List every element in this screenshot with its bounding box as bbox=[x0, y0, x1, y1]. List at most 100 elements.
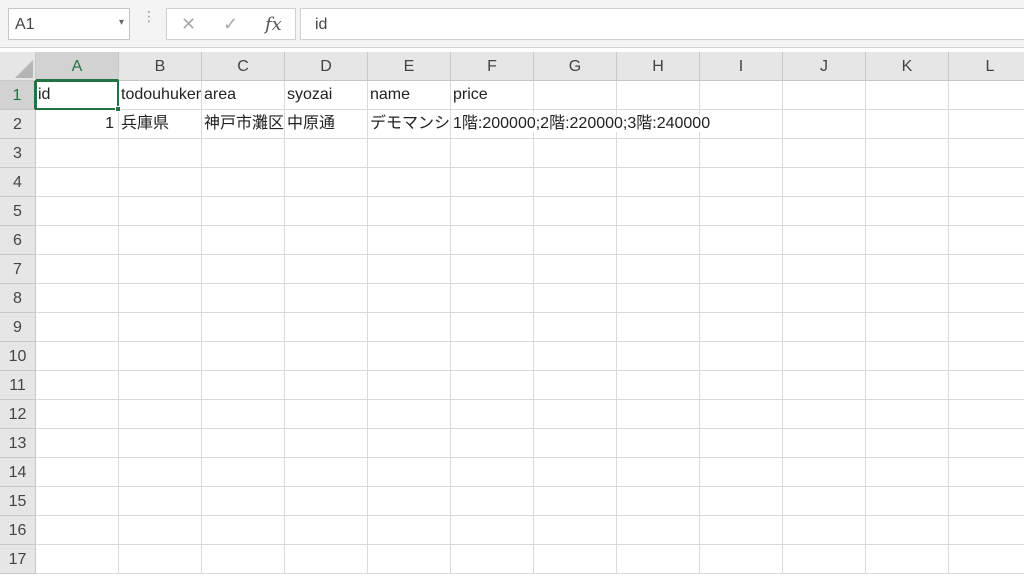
cell-F1[interactable]: price bbox=[451, 81, 534, 110]
cell-A11[interactable] bbox=[36, 371, 119, 400]
row-header-4[interactable]: 4 bbox=[0, 168, 36, 197]
column-header-C[interactable]: C bbox=[202, 52, 285, 81]
cell-D14[interactable] bbox=[285, 458, 368, 487]
row-header-16[interactable]: 16 bbox=[0, 516, 36, 545]
cell-E11[interactable] bbox=[368, 371, 451, 400]
cell-A16[interactable] bbox=[36, 516, 119, 545]
cell-F3[interactable] bbox=[451, 139, 534, 168]
cell-B15[interactable] bbox=[119, 487, 202, 516]
cell-B13[interactable] bbox=[119, 429, 202, 458]
cell-B10[interactable] bbox=[119, 342, 202, 371]
cell-K15[interactable] bbox=[866, 487, 949, 516]
row-header-7[interactable]: 7 bbox=[0, 255, 36, 284]
cell-L8[interactable] bbox=[949, 284, 1024, 313]
column-header-I[interactable]: I bbox=[700, 52, 783, 81]
cell-D3[interactable] bbox=[285, 139, 368, 168]
column-header-D[interactable]: D bbox=[285, 52, 368, 81]
cell-A8[interactable] bbox=[36, 284, 119, 313]
cell-H9[interactable] bbox=[617, 313, 700, 342]
cell-D17[interactable] bbox=[285, 545, 368, 574]
cell-L12[interactable] bbox=[949, 400, 1024, 429]
cell-J8[interactable] bbox=[783, 284, 866, 313]
cell-J4[interactable] bbox=[783, 168, 866, 197]
cell-D5[interactable] bbox=[285, 197, 368, 226]
chevron-down-icon[interactable]: ▾ bbox=[119, 17, 124, 28]
cell-B1[interactable]: todouhuken bbox=[119, 81, 202, 110]
cell-F10[interactable] bbox=[451, 342, 534, 371]
column-header-F[interactable]: F bbox=[451, 52, 534, 81]
cell-D11[interactable] bbox=[285, 371, 368, 400]
cell-J11[interactable] bbox=[783, 371, 866, 400]
cell-H14[interactable] bbox=[617, 458, 700, 487]
cell-L13[interactable] bbox=[949, 429, 1024, 458]
cell-C14[interactable] bbox=[202, 458, 285, 487]
select-all-button[interactable] bbox=[0, 52, 36, 81]
cell-G13[interactable] bbox=[534, 429, 617, 458]
row-header-17[interactable]: 17 bbox=[0, 545, 36, 574]
cell-A6[interactable] bbox=[36, 226, 119, 255]
cell-C7[interactable] bbox=[202, 255, 285, 284]
cell-E1[interactable]: name bbox=[368, 81, 451, 110]
cell-B14[interactable] bbox=[119, 458, 202, 487]
enter-icon[interactable]: ✓ bbox=[223, 14, 238, 35]
cell-J3[interactable] bbox=[783, 139, 866, 168]
cell-F13[interactable] bbox=[451, 429, 534, 458]
cancel-icon[interactable]: ✕ bbox=[181, 14, 196, 35]
cell-L10[interactable] bbox=[949, 342, 1024, 371]
cell-G7[interactable] bbox=[534, 255, 617, 284]
cell-G14[interactable] bbox=[534, 458, 617, 487]
cell-B17[interactable] bbox=[119, 545, 202, 574]
cell-K1[interactable] bbox=[866, 81, 949, 110]
cell-D1[interactable]: syozai bbox=[285, 81, 368, 110]
cell-C2[interactable]: 神戸市灘区 bbox=[202, 110, 285, 139]
cell-I14[interactable] bbox=[700, 458, 783, 487]
cell-C5[interactable] bbox=[202, 197, 285, 226]
cell-G8[interactable] bbox=[534, 284, 617, 313]
cell-A3[interactable] bbox=[36, 139, 119, 168]
row-header-9[interactable]: 9 bbox=[0, 313, 36, 342]
cell-E6[interactable] bbox=[368, 226, 451, 255]
cell-K5[interactable] bbox=[866, 197, 949, 226]
cell-A10[interactable] bbox=[36, 342, 119, 371]
formula-input[interactable]: id bbox=[300, 8, 1024, 40]
cell-E17[interactable] bbox=[368, 545, 451, 574]
cell-J9[interactable] bbox=[783, 313, 866, 342]
cell-H17[interactable] bbox=[617, 545, 700, 574]
cell-G9[interactable] bbox=[534, 313, 617, 342]
cell-L6[interactable] bbox=[949, 226, 1024, 255]
cell-A13[interactable] bbox=[36, 429, 119, 458]
cell-G11[interactable] bbox=[534, 371, 617, 400]
cell-I4[interactable] bbox=[700, 168, 783, 197]
cell-J7[interactable] bbox=[783, 255, 866, 284]
cell-B5[interactable] bbox=[119, 197, 202, 226]
row-header-1[interactable]: 1 bbox=[0, 81, 36, 110]
cell-J6[interactable] bbox=[783, 226, 866, 255]
cell-G4[interactable] bbox=[534, 168, 617, 197]
cell-I17[interactable] bbox=[700, 545, 783, 574]
cell-H5[interactable] bbox=[617, 197, 700, 226]
column-header-E[interactable]: E bbox=[368, 52, 451, 81]
cell-F8[interactable] bbox=[451, 284, 534, 313]
cell-D9[interactable] bbox=[285, 313, 368, 342]
cell-I13[interactable] bbox=[700, 429, 783, 458]
cell-I8[interactable] bbox=[700, 284, 783, 313]
row-header-10[interactable]: 10 bbox=[0, 342, 36, 371]
cell-L15[interactable] bbox=[949, 487, 1024, 516]
cell-I12[interactable] bbox=[700, 400, 783, 429]
insert-function-icon[interactable]: fx bbox=[265, 14, 282, 35]
cell-L2[interactable] bbox=[949, 110, 1024, 139]
cell-I7[interactable] bbox=[700, 255, 783, 284]
cell-B8[interactable] bbox=[119, 284, 202, 313]
cell-L9[interactable] bbox=[949, 313, 1024, 342]
cell-C8[interactable] bbox=[202, 284, 285, 313]
row-header-5[interactable]: 5 bbox=[0, 197, 36, 226]
cell-E15[interactable] bbox=[368, 487, 451, 516]
cell-A1[interactable]: id bbox=[36, 81, 119, 110]
cell-C13[interactable] bbox=[202, 429, 285, 458]
cell-K7[interactable] bbox=[866, 255, 949, 284]
cell-L7[interactable] bbox=[949, 255, 1024, 284]
cell-F12[interactable] bbox=[451, 400, 534, 429]
cell-D6[interactable] bbox=[285, 226, 368, 255]
cell-H4[interactable] bbox=[617, 168, 700, 197]
row-header-14[interactable]: 14 bbox=[0, 458, 36, 487]
